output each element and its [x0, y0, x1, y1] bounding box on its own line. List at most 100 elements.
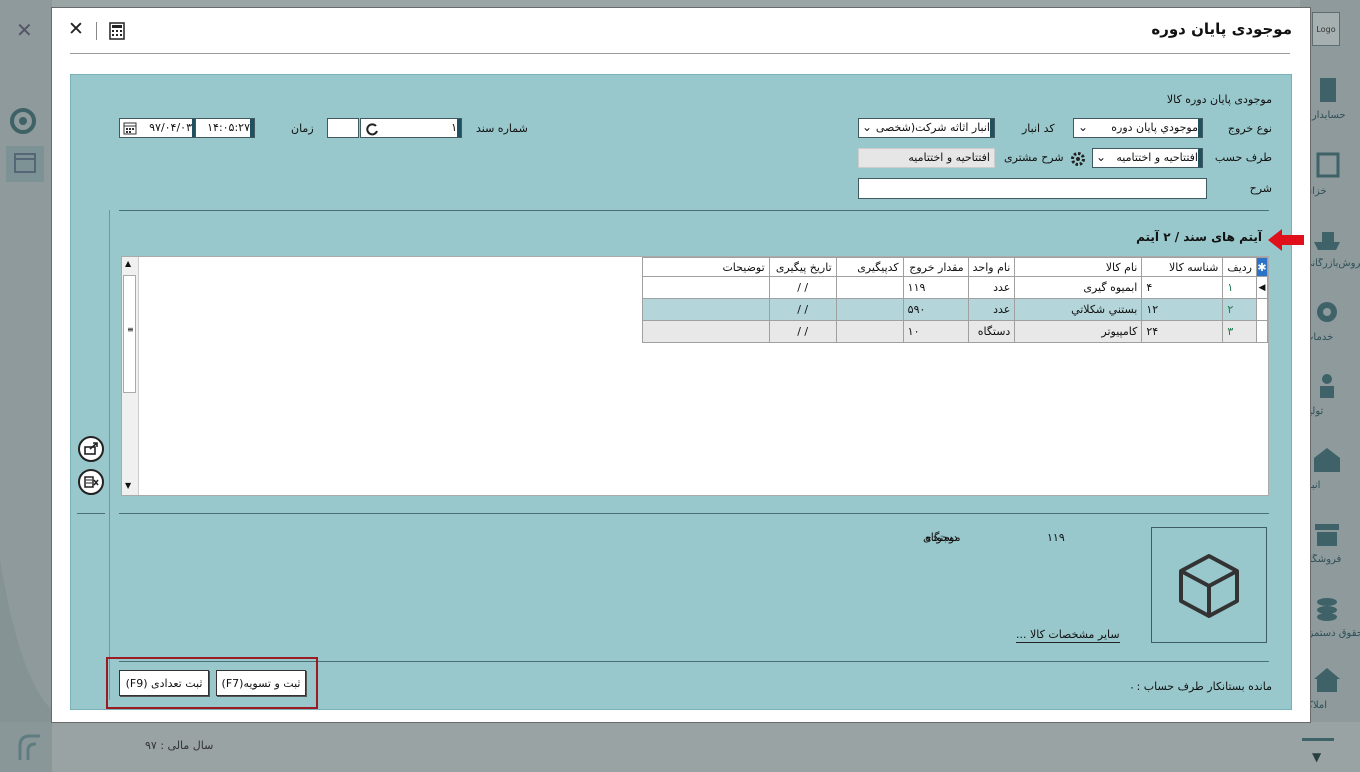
- doc-extra-field[interactable]: [327, 118, 359, 138]
- description-input[interactable]: [858, 178, 1207, 199]
- calendar-icon[interactable]: [123, 121, 137, 135]
- sidebar-item-label: فروش‌بازرگانی: [1304, 258, 1360, 269]
- customer-desc-value: افتتاحیه و اختتامیه: [908, 151, 990, 164]
- warehouse-value: انبار اثاثه شرکت(شخصی: [875, 121, 990, 134]
- save-count-button[interactable]: ثبت تعدادی (F9): [119, 670, 209, 696]
- description-label: شرح: [1249, 182, 1272, 195]
- cell-unit[interactable]: عدد: [967, 276, 1016, 299]
- scroll-thumb[interactable]: ≡: [123, 275, 136, 393]
- cell-tracking-code[interactable]: [835, 320, 904, 343]
- exit-type-select[interactable]: ⌄ موجودي پايان دوره: [1073, 118, 1203, 138]
- grid-divider: [119, 513, 1269, 514]
- date-value: ۹۷/۰۴/۰۳: [149, 121, 192, 134]
- account-side-select[interactable]: ⌄ افتتاحیه و اختتامیه: [1092, 148, 1203, 168]
- refresh-icon[interactable]: [365, 122, 379, 136]
- gear-icon: [1317, 302, 1337, 322]
- cell-item-name[interactable]: ابمیوه گیری: [1014, 276, 1143, 299]
- account-side-label: طرف حسب: [1214, 151, 1272, 164]
- col-row[interactable]: ردیف: [1222, 257, 1257, 277]
- table-row[interactable]: ۲ ۱۲ بستني شکلاتي عدد ۵۹۰ / /: [641, 298, 1268, 321]
- cell-exit-qty[interactable]: ۱۰: [902, 320, 969, 343]
- sidebar-scroll-down-icon[interactable]: ▼: [1312, 750, 1321, 764]
- other-specs-link[interactable]: سایر مشخصات کالا ...: [1016, 628, 1120, 643]
- left-vertical-divider: [109, 210, 110, 700]
- doc-number-label: شماره سند: [476, 122, 528, 135]
- section-title: موجودی پایان دوره کالا: [1166, 93, 1272, 106]
- cell-tracking-date[interactable]: / /: [768, 320, 837, 343]
- scroll-down-icon[interactable]: ▼: [125, 481, 131, 490]
- grid-scrollbar[interactable]: ▲ ≡ ▼: [122, 257, 139, 495]
- dialog-title: موجودی پایان دوره: [1151, 20, 1292, 38]
- cell-item-name[interactable]: بستني شکلاتي: [1014, 298, 1143, 321]
- calendar-tab[interactable]: [6, 146, 44, 182]
- cell-unit[interactable]: دستگاه: [967, 320, 1016, 343]
- sidebar-item-label: املاک: [1304, 700, 1328, 711]
- cell-exit-qty[interactable]: ۱۱۹: [902, 276, 969, 299]
- sidebar-item-label: حسابداری: [1304, 110, 1346, 121]
- cell-notes[interactable]: [641, 320, 770, 343]
- refresh-icon[interactable]: [9, 107, 37, 135]
- cell-item-name[interactable]: کامپیوتر: [1014, 320, 1143, 343]
- exit-type-value: موجودي پايان دوره: [1111, 121, 1198, 134]
- stock-unit: دستگاه: [925, 531, 958, 544]
- cell-item-id[interactable]: ۴: [1141, 276, 1224, 299]
- time-field[interactable]: ۱۴:۰۵:۲۷: [195, 118, 255, 138]
- calculator-icon: [1320, 78, 1336, 102]
- col-tracking-code[interactable]: کدپیگیری: [835, 257, 904, 277]
- cell-exit-qty[interactable]: ۵۹۰: [902, 298, 969, 321]
- cell-row[interactable]: ۳: [1222, 320, 1257, 343]
- cell-notes[interactable]: [641, 276, 770, 299]
- delete-rows-icon[interactable]: [77, 468, 105, 496]
- customer-desc-field[interactable]: افتتاحیه و اختتامیه: [858, 148, 995, 168]
- cell-item-id[interactable]: ۱۲: [1141, 298, 1224, 321]
- icons-divider: [77, 513, 105, 514]
- cell-row[interactable]: ۲: [1222, 298, 1257, 321]
- title-separator: [96, 22, 97, 40]
- settings-gear-icon[interactable]: [1070, 151, 1086, 167]
- col-item-name[interactable]: نام کالا: [1014, 257, 1143, 277]
- items-title: آیتم های سند / ۲ آیتم: [1136, 230, 1262, 244]
- sidebar-item-label: انبار: [1304, 480, 1321, 491]
- stock-value: ۱۱۹: [1047, 531, 1065, 544]
- cell-item-id[interactable]: ۲۴: [1141, 320, 1224, 343]
- table-row[interactable]: ◀ ۱ ۴ ابمیوه گیری عدد ۱۱۹ / /: [641, 276, 1268, 299]
- table-row[interactable]: ۳ ۲۴ کامپیوتر دستگاه ۱۰ / /: [641, 320, 1268, 343]
- col-tracking-date[interactable]: تاریخ پیگیری: [768, 257, 837, 277]
- warehouse-select[interactable]: ⌄ انبار اثاثه شرکت(شخصی: [858, 118, 995, 138]
- time-value: ۱۴:۰۵:۲۷: [207, 121, 250, 134]
- house-icon: [1314, 668, 1340, 692]
- chevron-down-icon: ⌄: [1078, 120, 1089, 134]
- select-all-star-icon[interactable]: ✱: [1256, 257, 1268, 277]
- doc-number-field[interactable]: ۱: [360, 118, 462, 138]
- form-panel: موجودی پایان دوره کالا ۹۷/۰۴/۰۳ ۱۴:۰۵:۲۷…: [70, 74, 1292, 710]
- cell-tracking-code[interactable]: [835, 276, 904, 299]
- cell-tracking-date[interactable]: / /: [768, 298, 837, 321]
- cell-tracking-code[interactable]: [835, 298, 904, 321]
- cell-notes[interactable]: [641, 298, 770, 321]
- account-side-value: افتتاحیه و اختتامیه: [1116, 151, 1198, 164]
- annotation-arrow-icon: [1268, 229, 1304, 251]
- calculator-icon[interactable]: [109, 22, 125, 40]
- worker-icon: [1320, 374, 1334, 398]
- dialog-close-icon[interactable]: ✕: [68, 18, 84, 40]
- col-notes[interactable]: توضیحات: [641, 257, 770, 277]
- warehouse-code-label: کد انبار: [1022, 122, 1055, 135]
- cell-unit[interactable]: عدد: [967, 298, 1016, 321]
- export-icon[interactable]: [77, 435, 105, 463]
- safe-icon: [1316, 152, 1340, 178]
- date-field[interactable]: ۹۷/۰۴/۰۳: [119, 118, 197, 138]
- sidebar-item-label: حقوق دستمزد: [1304, 628, 1360, 639]
- exit-type-label: نوع خروج: [1227, 122, 1272, 135]
- cell-row[interactable]: ۱: [1222, 276, 1257, 299]
- app-close-icon[interactable]: ✕: [16, 18, 33, 42]
- save-settle-button[interactable]: ثبت و تسویه(F7): [216, 670, 306, 696]
- box-icon: [1179, 554, 1239, 618]
- balance-value: ۰: [1129, 681, 1135, 694]
- cell-tracking-date[interactable]: / /: [768, 276, 837, 299]
- warehouse-icon: [1314, 448, 1340, 472]
- col-unit[interactable]: نام واحد: [967, 257, 1016, 277]
- row-pointer-icon: ◀: [1256, 276, 1268, 299]
- scroll-up-icon[interactable]: ▲: [125, 259, 131, 268]
- col-item-id[interactable]: شناسه کالا: [1141, 257, 1224, 277]
- col-exit-qty[interactable]: مقدار خروج: [902, 257, 969, 277]
